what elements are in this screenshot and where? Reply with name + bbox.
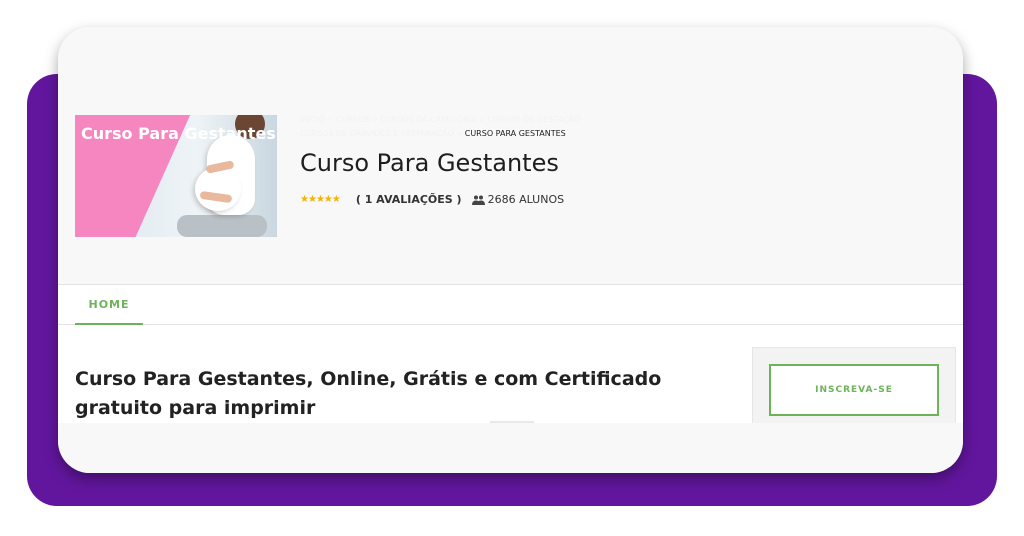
course-content: Curso Para Gestantes, Online, Grátis e c… xyxy=(58,325,963,467)
star-icon: ★ xyxy=(323,194,333,205)
breadcrumb-item-subcategory[interactable]: CURSOS DE GESTAÇÃO xyxy=(487,115,580,124)
thumbnail-title: Curso Para Gestantes xyxy=(81,124,276,143)
breadcrumb-item-section[interactable]: CURSOS DE GRAVIDEZ E PREPARAÇÃO xyxy=(300,129,454,138)
thumbnail-legs xyxy=(177,215,267,237)
reviews-count[interactable]: ( 1 AVALIAÇÕES ) xyxy=(356,193,462,206)
breadcrumb-separator: » xyxy=(479,115,485,124)
course-description-heading: Curso Para Gestantes, Online, Grátis e c… xyxy=(75,368,662,419)
breadcrumb-separator: » xyxy=(327,115,333,124)
breadcrumb-separator: » xyxy=(372,115,378,124)
enroll-button-label: INSCREVA-SE xyxy=(815,385,893,395)
breadcrumb-item-home[interactable]: INÍCIO xyxy=(300,115,325,124)
star-icon: ★ xyxy=(331,194,341,205)
breadcrumb-item-courses[interactable]: CURSOS xyxy=(336,115,369,124)
star-icon: ★ xyxy=(307,194,317,205)
course-thumbnail[interactable]: Curso Para Gestantes xyxy=(75,115,277,237)
rating-stars: ★★★★★ xyxy=(300,194,341,205)
breadcrumb-current: CURSO PARA GESTANTES xyxy=(464,129,566,138)
course-hero: Curso Para Gestantes INÍCIO» CURSOS» CURSO… xyxy=(58,27,963,284)
course-meta: ★★★★★ ( 1 AVALIAÇÕES ) 2686 ALUNOS xyxy=(300,193,564,206)
star-icon: ★ xyxy=(300,194,309,205)
tab-home[interactable]: HOME xyxy=(75,285,143,325)
tab-home-label: HOME xyxy=(88,297,130,311)
star-icon: ★ xyxy=(315,194,325,205)
breadcrumb-item-category[interactable]: CURSOS DA CATEGORIA xyxy=(380,115,476,124)
users-icon xyxy=(471,195,485,205)
enroll-button[interactable]: INSCREVA-SE xyxy=(769,364,939,416)
card-bottom-padding xyxy=(58,423,963,473)
students-count: 2686 ALUNOS xyxy=(487,193,565,206)
screenshot-stage: Curso Para Gestantes INÍCIO» CURSOS» CURSO… xyxy=(0,0,1024,536)
course-tabs: HOME xyxy=(58,284,963,325)
page-title: Curso Para Gestantes xyxy=(300,149,559,177)
thumbnail-belly xyxy=(195,167,241,211)
breadcrumb-separator: » xyxy=(456,129,462,138)
breadcrumb: INÍCIO» CURSOS» CURSOS DA CATEGORIA» CURSOS… xyxy=(300,113,640,141)
course-page-card: Curso Para Gestantes INÍCIO» CURSOS» CURSO… xyxy=(58,27,963,473)
